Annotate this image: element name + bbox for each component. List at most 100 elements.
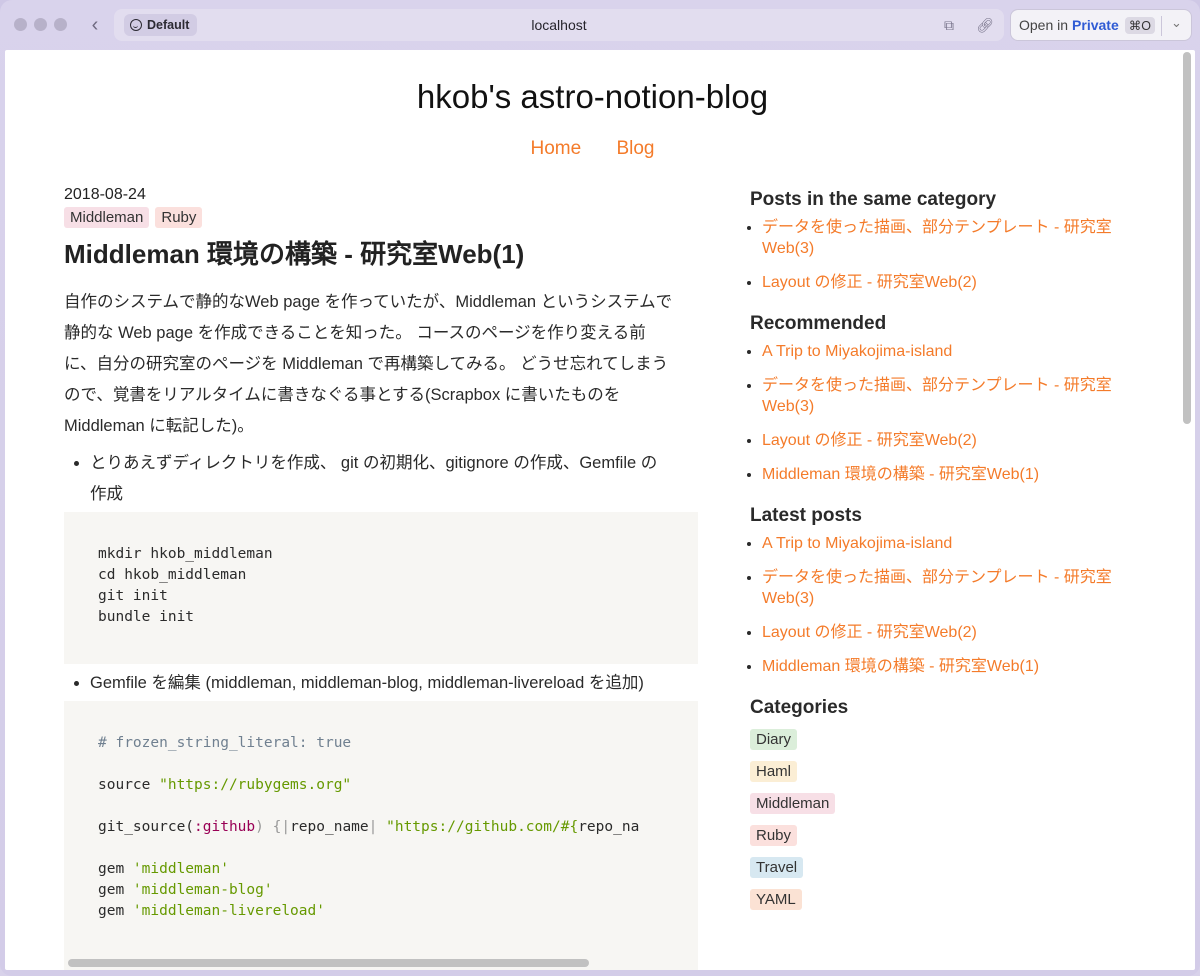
- post-link[interactable]: データを使った描画、部分テンプレート - 研究室Web(3): [762, 219, 1112, 257]
- code-string: "https://github.com/#{: [377, 819, 579, 835]
- list-item: Layout の修正 - 研究室Web(2): [762, 272, 1140, 293]
- post-link[interactable]: データを使った描画、部分テンプレート - 研究室Web(3): [762, 377, 1112, 415]
- intro-line: 静的な Web page を作成できることを知った。 コースのページを作り変える…: [64, 324, 646, 342]
- list-item: データを使った描画、部分テンプレート - 研究室Web(3): [762, 217, 1140, 259]
- chevron-down-icon[interactable]: ⌄: [1171, 15, 1182, 31]
- divider: [1161, 16, 1162, 36]
- post-link[interactable]: Middleman 環境の構築 - 研究室Web(1): [762, 466, 1039, 483]
- list-item: Layout の修正 - 研究室Web(2): [762, 622, 1140, 643]
- code-string: 'middleman-blog': [132, 882, 273, 898]
- nav-link-blog[interactable]: Blog: [616, 138, 654, 159]
- address-bar[interactable]: localhost Default ⧉ 🔗︎: [114, 9, 1004, 41]
- reader-mode-icon[interactable]: ⧉: [940, 17, 958, 33]
- code-line: mkdir hkob_middleman: [98, 546, 273, 562]
- list-item: Middleman 環境の構築 - 研究室Web(1): [762, 464, 1140, 485]
- shortcut-badge: ⌘O: [1124, 16, 1155, 34]
- code-line: cd hkob_middleman: [98, 567, 247, 583]
- code-keyword: git_source(: [98, 819, 195, 835]
- browser-window: ‹ localhost Default ⧉ 🔗︎ Open in Private…: [0, 0, 1200, 976]
- tag-middleman[interactable]: Middleman: [64, 207, 150, 228]
- url-text[interactable]: localhost: [114, 9, 1004, 41]
- list-item: Layout の修正 - 研究室Web(2): [762, 430, 1140, 451]
- intro-line: 自作のシステムで静的なWeb page を作っていたが、Middleman とい…: [64, 293, 673, 311]
- category-travel[interactable]: Travel: [750, 857, 804, 878]
- copy-link-icon[interactable]: 🔗︎: [976, 17, 994, 33]
- bullet1-line: 作成: [90, 485, 123, 503]
- code-keyword: source: [98, 777, 160, 793]
- tag-ruby[interactable]: Ruby: [155, 207, 203, 228]
- web-page[interactable]: hkob's astro-notion-blog Home Blog 2018-…: [5, 50, 1195, 970]
- profile-face-icon: [130, 19, 142, 31]
- site-title: hkob's astro-notion-blog: [416, 78, 769, 115]
- category-middleman[interactable]: Middleman: [750, 793, 836, 814]
- code-block-setup[interactable]: mkdir hkob_middleman cd hkob_middleman g…: [64, 512, 698, 664]
- open-in-label: Open in: [1019, 17, 1069, 33]
- horizontal-scrollbar[interactable]: [68, 959, 589, 967]
- site-nav: Home Blog: [5, 138, 1180, 160]
- intro-line: に、自分の研究室のページを Middleman で再構築してみる。 どうせ忘れて…: [64, 355, 669, 373]
- post-link[interactable]: Layout の修正 - 研究室Web(2): [762, 432, 977, 449]
- post-date: 2018-08-24: [64, 186, 146, 203]
- post-link[interactable]: A Trip to Miyakojima-island: [762, 535, 952, 552]
- code-keyword: gem: [98, 882, 133, 898]
- same-category-heading: Posts in the same category: [750, 189, 997, 210]
- list-item: Gemfile を編集 (middleman, middleman-blog, …: [64, 668, 700, 970]
- categories-heading: Categories: [750, 697, 849, 718]
- post-link[interactable]: Layout の修正 - 研究室Web(2): [762, 624, 977, 641]
- sidebar: Posts in the same category データを使った描画、部分テ…: [750, 186, 1140, 910]
- code-punct: |: [281, 819, 291, 835]
- post-steps: とりあえずディレクトリを作成、 git の初期化、gitignore の作成、G…: [64, 448, 700, 970]
- intro-line: ので、覚書をリアルタイムに書きなぐる事とする(Scrapbox に書いたものを: [64, 386, 621, 404]
- category-yaml[interactable]: YAML: [750, 889, 802, 910]
- code-string: 'middleman': [132, 861, 229, 877]
- intro-line: Middleman に転記した)。: [64, 417, 254, 435]
- profile-label: Default: [147, 18, 190, 32]
- post-link[interactable]: A Trip to Miyakojima-island: [762, 343, 952, 360]
- list-item: A Trip to Miyakojima-island: [762, 341, 1140, 362]
- code-string: "https://rubygems.org": [159, 777, 352, 793]
- code-string: 'middleman-livereload': [132, 903, 325, 919]
- latest-posts-heading: Latest posts: [750, 505, 862, 526]
- close-window-button[interactable]: [14, 18, 27, 31]
- categories-list: Diary Haml Middleman Ruby Travel YAML: [750, 729, 1140, 910]
- code-keyword: gem: [98, 903, 133, 919]
- zoom-window-button[interactable]: [54, 18, 67, 31]
- category-ruby[interactable]: Ruby: [750, 825, 798, 846]
- code-symbol: :github: [194, 819, 256, 835]
- post-link[interactable]: Middleman 環境の構築 - 研究室Web(1): [762, 658, 1039, 675]
- code-line: git init: [98, 588, 168, 604]
- code-arg: repo_na: [578, 819, 640, 835]
- title-bar: ‹ localhost Default ⧉ 🔗︎ Open in Private…: [0, 0, 1200, 50]
- list-item: A Trip to Miyakojima-island: [762, 533, 1140, 554]
- nav-link-home[interactable]: Home: [531, 138, 582, 159]
- category-haml[interactable]: Haml: [750, 761, 798, 782]
- bullet2-text: Gemfile を編集 (middleman, middleman-blog, …: [90, 674, 644, 692]
- back-arrow-icon[interactable]: ‹: [86, 14, 104, 36]
- code-line: bundle init: [98, 609, 195, 625]
- list-item: とりあえずディレクトリを作成、 git の初期化、gitignore の作成、G…: [64, 448, 700, 664]
- profile-button[interactable]: Default: [124, 14, 198, 36]
- list-item: データを使った描画、部分テンプレート - 研究室Web(3): [762, 375, 1140, 417]
- minimize-window-button[interactable]: [34, 18, 47, 31]
- code-punct: ) {: [255, 819, 282, 835]
- code-arg: repo_name: [290, 819, 369, 835]
- bullet1-line: とりあえずディレクトリを作成、 git の初期化、gitignore の作成、G…: [90, 454, 658, 472]
- vertical-scrollbar[interactable]: [1183, 52, 1191, 424]
- same-category-list: データを使った描画、部分テンプレート - 研究室Web(3) Layout の修…: [750, 217, 1140, 293]
- post-link[interactable]: Layout の修正 - 研究室Web(2): [762, 274, 977, 291]
- post-title: Middleman 環境の構築 - 研究室Web(1): [64, 239, 525, 269]
- code-comment: # frozen_string_literal: true: [98, 735, 352, 751]
- code-block-gemfile[interactable]: # frozen_string_literal: true source "ht…: [64, 701, 698, 970]
- recommended-heading: Recommended: [750, 313, 887, 334]
- latest-posts-list: A Trip to Miyakojima-island データを使った描画、部分…: [750, 533, 1140, 677]
- post-tags: Middleman Ruby: [64, 207, 700, 228]
- code-keyword: gem: [98, 861, 133, 877]
- recommended-list: A Trip to Miyakojima-island データを使った描画、部分…: [750, 341, 1140, 485]
- open-in-private-button[interactable]: Open in Private ⌘O ⌄: [1010, 9, 1192, 41]
- category-diary[interactable]: Diary: [750, 729, 798, 750]
- post-intro: 自作のシステムで静的なWeb page を作っていたが、Middleman とい…: [64, 287, 700, 442]
- list-item: データを使った描画、部分テンプレート - 研究室Web(3): [762, 567, 1140, 609]
- private-label: Private: [1072, 17, 1119, 33]
- post-main: 2018-08-24 Middleman Ruby Middleman 環境の構…: [64, 186, 700, 970]
- post-link[interactable]: データを使った描画、部分テンプレート - 研究室Web(3): [762, 569, 1112, 607]
